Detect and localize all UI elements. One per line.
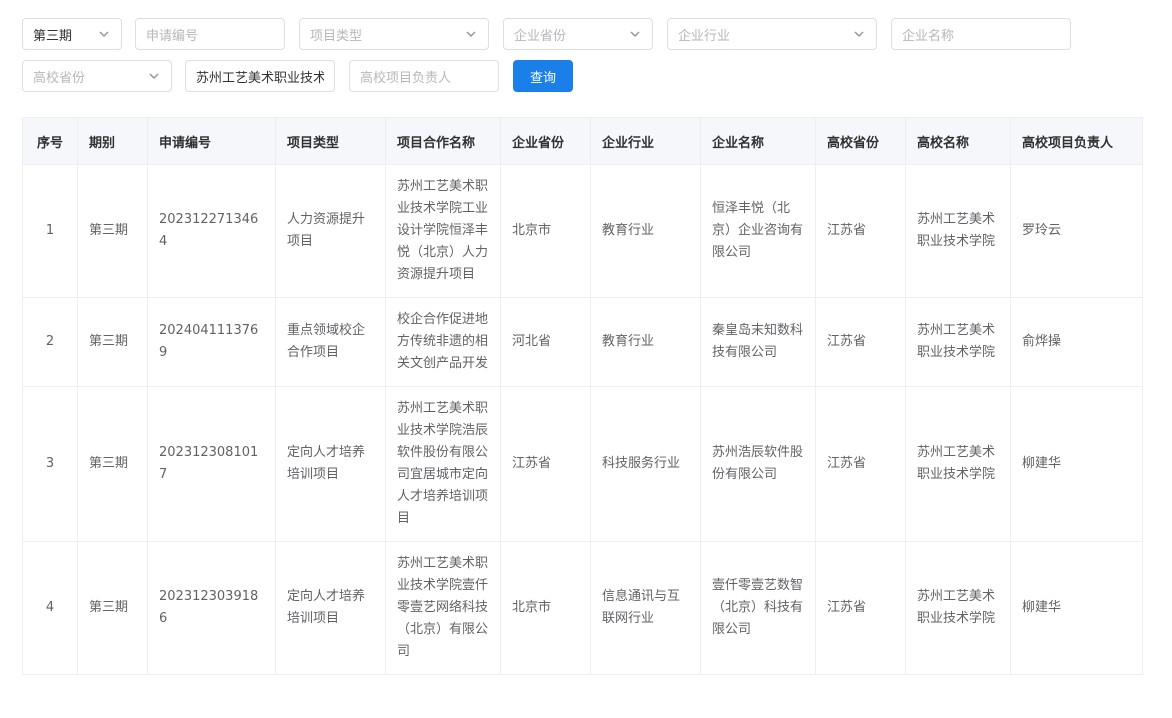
cell-school-province: 江苏省 <box>815 386 906 542</box>
column-header-application-number: 申请编号 <box>147 117 276 165</box>
column-header-school-name: 高校名称 <box>905 117 1011 165</box>
cell-project-name: 苏州工艺美术职业技术学院浩辰软件股份有限公司宜居城市定向人才培养培训项目 <box>385 386 501 542</box>
column-header-school-province: 高校省份 <box>815 117 906 165</box>
school-name-input[interactable]: 苏州工艺美术职业技术学院 <box>185 60 335 92</box>
application-number-input[interactable]: 申请编号 <box>135 18 285 50</box>
school-province-placeholder: 高校省份 <box>33 70 86 86</box>
cell-period: 第三期 <box>77 164 148 298</box>
company-province-placeholder: 企业省份 <box>514 28 567 44</box>
cell-company-province: 北京市 <box>500 541 591 675</box>
cell-school-name: 苏州工艺美术职业技术学院 <box>905 164 1011 298</box>
cell-company-name: 恒泽丰悦（北京）企业咨询有限公司 <box>700 164 816 298</box>
school-name-value: 苏州工艺美术职业技术学院 <box>196 70 324 86</box>
period-select-value: 第三期 <box>33 28 73 44</box>
table-row: 4 第三期 2023123039186 定向人才培养培训项目 苏州工艺美术职业技… <box>22 541 1143 675</box>
company-province-select[interactable]: 企业省份 <box>503 18 653 50</box>
cell-project-type: 重点领域校企合作项目 <box>275 297 386 387</box>
cell-school-province: 江苏省 <box>815 297 906 387</box>
table-row: 1 第三期 2023122713464 人力资源提升项目 苏州工艺美术职业技术学… <box>22 164 1143 298</box>
cell-project-type: 定向人才培养培训项目 <box>275 386 386 542</box>
cell-company-province: 北京市 <box>500 164 591 298</box>
cell-company-industry: 科技服务行业 <box>590 386 701 542</box>
cell-school-province: 江苏省 <box>815 541 906 675</box>
cell-company-name: 壹仟零壹艺数智（北京）科技有限公司 <box>700 541 816 675</box>
cell-company-province: 江苏省 <box>500 386 591 542</box>
chevron-down-icon <box>466 31 476 37</box>
cell-company-industry: 教育行业 <box>590 164 701 298</box>
project-type-select[interactable]: 项目类型 <box>299 18 489 50</box>
chevron-down-icon <box>854 31 864 37</box>
results-table: 序号 期别 申请编号 项目类型 项目合作名称 企业省份 企业行业 企业名称 高校… <box>22 117 1143 675</box>
cell-period: 第三期 <box>77 297 148 387</box>
cell-application-number: 2024041113769 <box>147 297 276 387</box>
cell-school-name: 苏州工艺美术职业技术学院 <box>905 386 1011 542</box>
table-header-row: 序号 期别 申请编号 项目类型 项目合作名称 企业省份 企业行业 企业名称 高校… <box>22 117 1143 165</box>
cell-project-name: 苏州工艺美术职业技术学院壹仟零壹艺网络科技（北京）有限公司 <box>385 541 501 675</box>
cell-school-project-leader: 罗玲云 <box>1010 164 1143 298</box>
cell-index: 4 <box>22 541 78 675</box>
column-header-project-name: 项目合作名称 <box>385 117 501 165</box>
school-project-leader-placeholder: 高校项目负责人 <box>360 70 452 86</box>
cell-school-name: 苏州工艺美术职业技术学院 <box>905 297 1011 387</box>
cell-application-number: 2023123039186 <box>147 541 276 675</box>
chevron-down-icon <box>99 31 109 37</box>
cell-company-province: 河北省 <box>500 297 591 387</box>
cell-company-name: 秦皇岛末知数科技有限公司 <box>700 297 816 387</box>
cell-school-name: 苏州工艺美术职业技术学院 <box>905 541 1011 675</box>
cell-project-type: 人力资源提升项目 <box>275 164 386 298</box>
cell-school-project-leader: 俞烨操 <box>1010 297 1143 387</box>
column-header-index: 序号 <box>22 117 78 165</box>
column-header-project-type: 项目类型 <box>275 117 386 165</box>
cell-company-industry: 信息通讯与互联网行业 <box>590 541 701 675</box>
chevron-down-icon <box>149 73 159 79</box>
application-number-placeholder: 申请编号 <box>146 28 199 44</box>
cell-period: 第三期 <box>77 386 148 542</box>
school-province-select[interactable]: 高校省份 <box>22 60 172 92</box>
cell-school-project-leader: 柳建华 <box>1010 541 1143 675</box>
column-header-school-project-leader: 高校项目负责人 <box>1010 117 1143 165</box>
cell-school-province: 江苏省 <box>815 164 906 298</box>
company-name-input[interactable]: 企业名称 <box>891 18 1071 50</box>
column-header-period: 期别 <box>77 117 148 165</box>
cell-application-number: 2023122713464 <box>147 164 276 298</box>
cell-project-type: 定向人才培养培训项目 <box>275 541 386 675</box>
column-header-company-industry: 企业行业 <box>590 117 701 165</box>
company-name-placeholder: 企业名称 <box>902 28 955 44</box>
query-button[interactable]: 查询 <box>513 60 573 92</box>
table-row: 2 第三期 2024041113769 重点领域校企合作项目 校企合作促进地方传… <box>22 297 1143 387</box>
chevron-down-icon <box>630 31 640 37</box>
results-table-container: 序号 期别 申请编号 项目类型 项目合作名称 企业省份 企业行业 企业名称 高校… <box>22 117 1143 675</box>
company-industry-select[interactable]: 企业行业 <box>667 18 877 50</box>
cell-project-name: 校企合作促进地方传统非遗的相关文创产品开发 <box>385 297 501 387</box>
project-type-placeholder: 项目类型 <box>310 28 363 44</box>
column-header-company-name: 企业名称 <box>700 117 816 165</box>
cell-index: 2 <box>22 297 78 387</box>
cell-period: 第三期 <box>77 541 148 675</box>
cell-index: 3 <box>22 386 78 542</box>
school-project-leader-input[interactable]: 高校项目负责人 <box>349 60 499 92</box>
period-select[interactable]: 第三期 <box>22 18 122 50</box>
cell-company-industry: 教育行业 <box>590 297 701 387</box>
cell-application-number: 2023123081017 <box>147 386 276 542</box>
table-row: 3 第三期 2023123081017 定向人才培养培训项目 苏州工艺美术职业技… <box>22 386 1143 542</box>
cell-project-name: 苏州工艺美术职业技术学院工业设计学院恒泽丰悦（北京）人力资源提升项目 <box>385 164 501 298</box>
company-industry-placeholder: 企业行业 <box>678 28 731 44</box>
cell-school-project-leader: 柳建华 <box>1010 386 1143 542</box>
column-header-company-province: 企业省份 <box>500 117 591 165</box>
cell-index: 1 <box>22 164 78 298</box>
cell-company-name: 苏州浩辰软件股份有限公司 <box>700 386 816 542</box>
